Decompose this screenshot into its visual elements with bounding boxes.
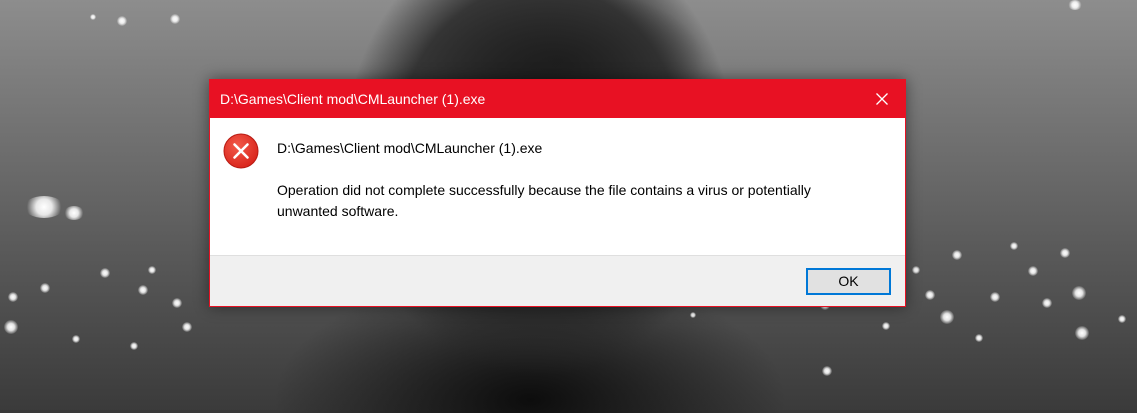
dialog-file-path: D:\Games\Client mod\CMLauncher (1).exe xyxy=(277,140,543,156)
background-light xyxy=(1028,266,1038,276)
background-light xyxy=(138,285,148,295)
background-light xyxy=(24,196,64,218)
background-light xyxy=(975,334,983,342)
background-light xyxy=(1075,326,1089,340)
background-light xyxy=(1042,298,1052,308)
background-light xyxy=(4,320,18,334)
background-light xyxy=(64,206,84,220)
dialog-footer: OK xyxy=(210,255,905,306)
background-light xyxy=(1118,315,1126,323)
background-light xyxy=(952,250,962,260)
background-light xyxy=(690,312,696,318)
desktop-background: D:\Games\Client mod\CMLauncher (1).exe D… xyxy=(0,0,1137,413)
background-light xyxy=(822,366,832,376)
background-light xyxy=(1068,0,1082,10)
dialog-message: Operation did not complete successfully … xyxy=(277,182,811,219)
background-light xyxy=(990,292,1000,302)
background-light xyxy=(172,298,182,308)
background-light xyxy=(1010,242,1018,250)
error-icon xyxy=(223,133,259,169)
background-light xyxy=(940,310,954,324)
background-light xyxy=(8,292,18,302)
close-icon xyxy=(876,93,888,105)
background-light xyxy=(40,283,50,293)
dialog-title: D:\Games\Client mod\CMLauncher (1).exe xyxy=(220,91,486,107)
background-light xyxy=(882,322,890,330)
background-light xyxy=(90,14,96,20)
background-light xyxy=(130,342,138,350)
background-light xyxy=(170,14,180,24)
background-light xyxy=(72,335,80,343)
background-light xyxy=(1060,248,1070,258)
dialog-content: D:\Games\Client mod\CMLauncher (1).exe O… xyxy=(210,118,905,255)
background-light xyxy=(182,322,192,332)
close-button[interactable] xyxy=(859,80,905,118)
error-dialog: D:\Games\Client mod\CMLauncher (1).exe D… xyxy=(209,79,906,307)
background-light xyxy=(148,266,156,274)
background-light xyxy=(1072,286,1086,300)
background-light xyxy=(925,290,935,300)
background-light xyxy=(912,266,920,274)
ok-button[interactable]: OK xyxy=(806,268,891,295)
background-light xyxy=(100,268,110,278)
dialog-titlebar[interactable]: D:\Games\Client mod\CMLauncher (1).exe xyxy=(210,80,905,118)
background-light xyxy=(117,16,127,26)
